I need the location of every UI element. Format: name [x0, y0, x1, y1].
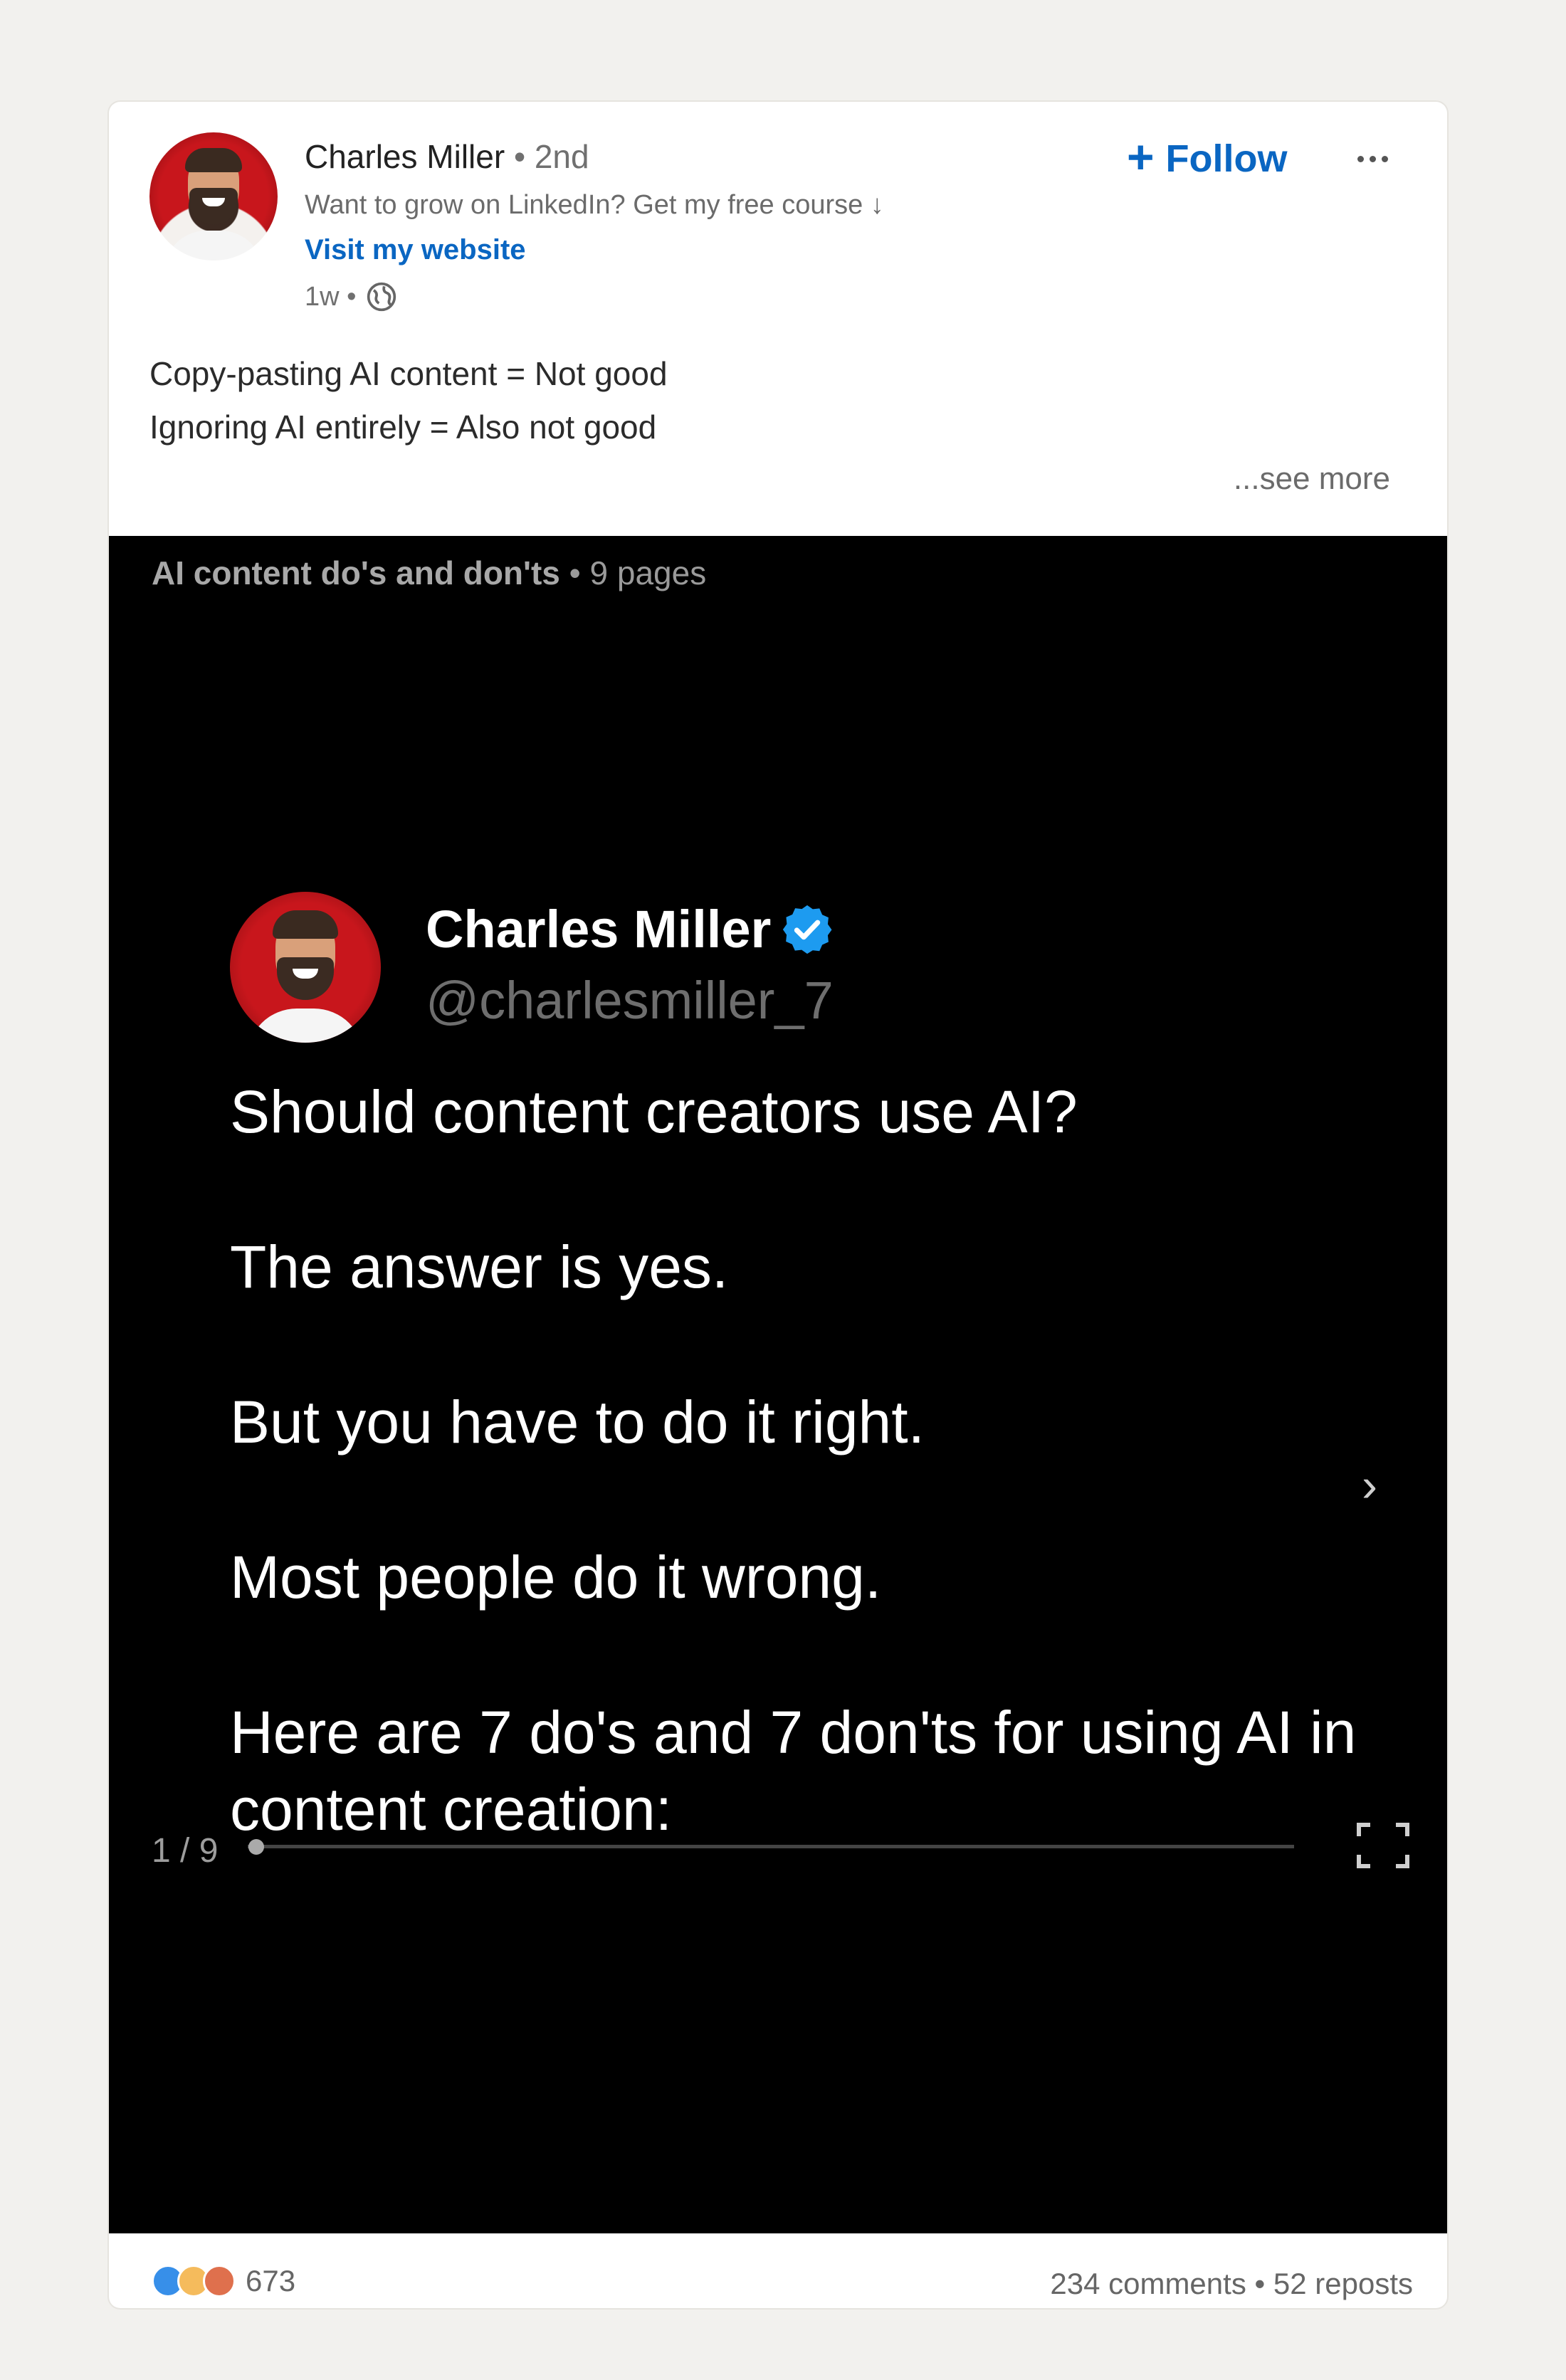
- author-avatar[interactable]: [149, 132, 278, 260]
- slide-author-handle: @charlesmiller_7: [426, 971, 834, 1030]
- slide-paragraph: Most people do it wrong.: [230, 1544, 882, 1611]
- love-icon: [203, 2265, 236, 2297]
- author-name[interactable]: Charles Miller: [305, 138, 505, 175]
- stats-separator: •: [1246, 2267, 1273, 2300]
- globe-icon: [367, 282, 396, 312]
- verified-badge-icon: [783, 905, 832, 954]
- slide-paragraph: The answer is yes.: [230, 1233, 729, 1300]
- engagement-stats: 234 comments • 52 reposts: [1050, 2267, 1413, 2301]
- author-name-line[interactable]: Charles Miller • 2nd: [305, 137, 589, 176]
- post-meta: 1w •: [305, 281, 397, 312]
- reactions-summary[interactable]: 673: [152, 2264, 295, 2298]
- slide-paragraph: Should content creators use AI?: [230, 1078, 1078, 1145]
- slide-author-name: Charles Miller: [426, 900, 772, 959]
- feed-post-card: Charles Miller • 2nd Want to grow on Lin…: [109, 102, 1447, 2308]
- fullscreen-icon[interactable]: [1355, 1821, 1412, 1870]
- slide-paragraph: But you have to do it right.: [230, 1389, 925, 1455]
- slide-paragraph: Here are 7 do's and 7 don'ts for using A…: [230, 1699, 1357, 1843]
- post-text: Copy-pasting AI content = Not good Ignor…: [149, 347, 668, 454]
- follow-button[interactable]: + Follow: [1127, 130, 1288, 187]
- post-text-line: Ignoring AI entirely = Also not good: [149, 409, 657, 446]
- slide-avatar: [230, 892, 381, 1043]
- comments-count-link[interactable]: 234 comments: [1050, 2267, 1246, 2300]
- document-title: AI content do's and don'ts: [152, 554, 560, 591]
- document-page-count: • 9 pages: [569, 554, 707, 591]
- slide-author: Charles Miller: [426, 899, 835, 959]
- more-options-icon[interactable]: [1347, 137, 1397, 180]
- connection-degree: • 2nd: [513, 138, 589, 175]
- document-title-bar: AI content do's and don'ts • 9 pages: [152, 554, 706, 592]
- post-text-line: Copy-pasting AI content = Not good: [149, 355, 668, 392]
- progress-track[interactable]: [248, 1845, 1294, 1848]
- reposts-count-link[interactable]: 52 reposts: [1273, 2267, 1413, 2300]
- page-indicator: 1 / 9: [152, 1832, 219, 1870]
- post-age: 1w •: [305, 281, 357, 312]
- next-slide-arrow-icon[interactable]: ›: [1362, 1458, 1377, 1512]
- see-more-button[interactable]: ...see more: [1234, 461, 1390, 497]
- reaction-count: 673: [246, 2264, 296, 2297]
- progress-handle[interactable]: [248, 1839, 264, 1855]
- visit-website-link[interactable]: Visit my website: [305, 234, 526, 266]
- follow-label: Follow: [1165, 137, 1288, 180]
- slide-body: Should content creators use AI? The answ…: [230, 1073, 1369, 1848]
- author-tagline: Want to grow on LinkedIn? Get my free co…: [305, 190, 884, 220]
- plus-icon: +: [1127, 130, 1155, 183]
- document-carousel[interactable]: AI content do's and don'ts • 9 pages Cha…: [109, 536, 1447, 2233]
